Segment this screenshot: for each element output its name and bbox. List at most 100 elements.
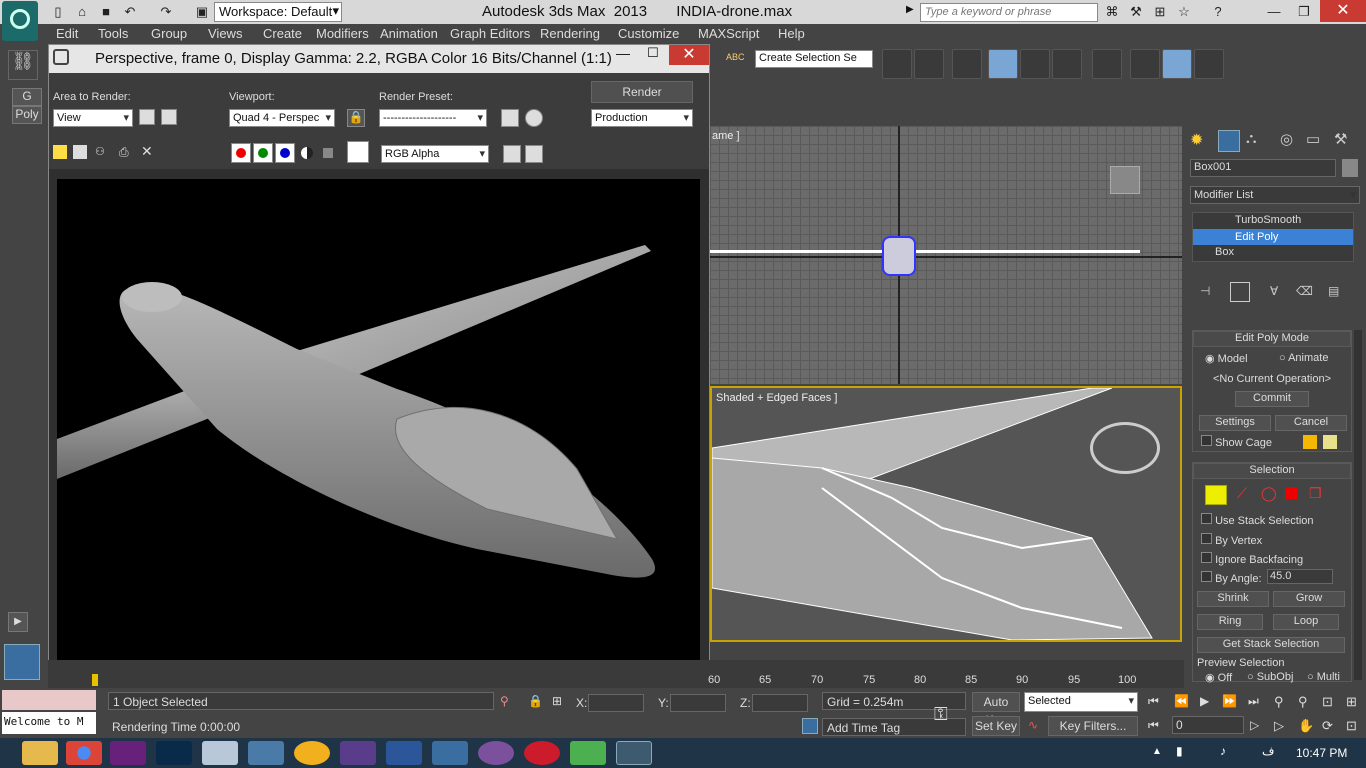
current-frame-field[interactable]: 0 — [1172, 716, 1244, 734]
curve-editor-icon[interactable] — [1020, 49, 1050, 79]
viewport-perspective[interactable]: Shaded + Edged Faces ] — [710, 386, 1182, 642]
isolate-icon[interactable]: ⚲ — [500, 694, 509, 708]
word-icon[interactable] — [386, 741, 422, 765]
object-name-field[interactable]: Box001 — [1190, 159, 1336, 177]
cart-icon[interactable]: ⊞ — [1150, 3, 1170, 21]
render-minimize-icon[interactable]: — — [609, 45, 637, 65]
ignore-backfacing-checkbox[interactable]: Ignore Backfacing — [1201, 552, 1303, 566]
menu-maxscript[interactable]: MAXScript — [698, 26, 759, 41]
selection-header[interactable]: Selection — [1193, 463, 1351, 479]
border-mode-icon[interactable]: ◯ — [1261, 485, 1277, 502]
menu-group[interactable]: Group — [151, 26, 187, 41]
render-button[interactable]: Render — [591, 81, 693, 103]
material-editor-icon[interactable] — [1092, 49, 1122, 79]
render-close-icon[interactable]: ✕ — [669, 45, 709, 65]
vs-app-icon[interactable] — [340, 741, 376, 765]
key-icon[interactable]: ⚿ — [934, 704, 948, 725]
print-icon[interactable]: ⎙ — [119, 145, 133, 159]
rendered-frame-window-icon[interactable] — [1162, 49, 1192, 79]
green-channel-icon[interactable] — [253, 143, 273, 163]
menu-views[interactable]: Views — [208, 26, 242, 41]
maximize-viewport-icon[interactable]: ⊡ — [1346, 718, 1357, 734]
tray-language-icon[interactable]: ف — [1262, 744, 1274, 758]
settings-button[interactable]: Settings — [1199, 415, 1271, 431]
key-tangent-icon[interactable]: ∿ — [1028, 718, 1038, 732]
expand-arrow-icon[interactable]: ▶ — [8, 612, 28, 632]
file-explorer-icon[interactable] — [22, 741, 58, 765]
cage-color-swatch-2[interactable] — [1323, 435, 1337, 449]
close-icon[interactable]: ✕ — [1320, 0, 1366, 22]
minimize-icon[interactable]: — — [1264, 3, 1284, 21]
cage-color-swatch-1[interactable] — [1303, 435, 1317, 449]
viewport-label-front[interactable]: ame ] — [712, 130, 740, 142]
messenger-icon[interactable] — [294, 741, 330, 765]
photoshop-icon[interactable] — [156, 741, 192, 765]
menu-graph-editors[interactable]: Graph Editors — [450, 26, 530, 41]
radio-model[interactable]: ◉ Model — [1205, 352, 1248, 365]
auto-key-button[interactable]: Auto Key — [972, 692, 1020, 727]
mirror-icon[interactable] — [882, 49, 912, 79]
render-setup-small-icon[interactable] — [501, 109, 519, 127]
command-panel-scrollbar[interactable] — [1354, 330, 1362, 680]
pin-stack-icon[interactable]: ⊣ — [1200, 284, 1210, 298]
show-cage-checkbox[interactable]: Show Cage — [1201, 435, 1272, 449]
selection-set-dropdown[interactable]: Create Selection Se — [755, 50, 873, 68]
menu-help[interactable]: Help — [778, 26, 805, 41]
utilities-tab-icon[interactable]: ⚒ — [1334, 130, 1356, 152]
polygon-mode-icon[interactable] — [1285, 487, 1297, 499]
by-angle-checkbox[interactable]: By Angle: — [1201, 571, 1262, 585]
shrink-button[interactable]: Shrink — [1197, 591, 1269, 607]
ring-button[interactable]: Ring — [1197, 614, 1263, 630]
search-arrow-icon[interactable]: ▶ — [906, 4, 918, 20]
blue-channel-icon[interactable] — [275, 143, 295, 163]
angle-spinner[interactable]: 45.0 — [1267, 569, 1333, 584]
zoom-icon[interactable]: ⚲ — [1274, 694, 1284, 710]
viewcube-perspective-icon[interactable] — [1090, 422, 1160, 474]
modify-tab-icon[interactable] — [1218, 130, 1240, 152]
make-unique-icon[interactable]: ∀ — [1270, 284, 1278, 298]
maxscript-listener[interactable]: Welcome to M — [2, 712, 96, 734]
key-mode-toggle-icon[interactable]: ⏮ — [1148, 718, 1159, 733]
clone-window-icon[interactable]: ⚇ — [95, 145, 111, 159]
absolute-mode-icon[interactable]: ⊞ — [552, 694, 562, 708]
background-color-swatch[interactable] — [347, 141, 369, 163]
menu-rendering[interactable]: Rendering — [540, 26, 600, 41]
grow-button[interactable]: Grow — [1273, 591, 1345, 607]
play-icon[interactable]: ▶ — [1200, 694, 1209, 708]
menu-create[interactable]: Create — [263, 26, 302, 41]
display-channel-icon[interactable] — [503, 145, 521, 163]
zoom-all-icon[interactable]: ⚲ — [1298, 694, 1308, 710]
edit-region-icon[interactable] — [139, 109, 155, 125]
render-preset-dropdown[interactable]: -------------------- — [379, 109, 487, 127]
rename-icon[interactable]: ABC — [726, 52, 748, 78]
hierarchy-tab-icon[interactable]: ⛬ — [1246, 130, 1268, 152]
tray-volume-icon[interactable]: ♪ — [1220, 744, 1226, 758]
field-of-view-icon[interactable]: ▷ — [1274, 718, 1284, 734]
browser-icon[interactable] — [432, 741, 468, 765]
favorite-star-icon[interactable]: ☆ — [1174, 3, 1194, 21]
visual-studio-icon[interactable] — [110, 741, 146, 765]
radio-animate[interactable]: ○ Animate — [1279, 352, 1328, 364]
motion-tab-icon[interactable]: ◎ — [1280, 130, 1302, 152]
preview-multi-radio[interactable]: ○ Multi — [1307, 671, 1340, 683]
maxscript-listener-pink[interactable] — [2, 690, 96, 710]
menu-customize[interactable]: Customize — [618, 26, 679, 41]
open-file-icon[interactable]: ⌂ — [72, 3, 92, 21]
calculator-icon[interactable] — [202, 741, 238, 765]
key-mode-dropdown[interactable]: Selected — [1024, 692, 1138, 712]
edit-poly-mode-header[interactable]: Edit Poly Mode — [1193, 331, 1351, 347]
search-input[interactable]: Type a keyword or phrase — [920, 3, 1098, 22]
previous-frame-icon[interactable]: ⏪ — [1174, 694, 1189, 708]
stack-item-edit-poly[interactable]: Edit Poly — [1193, 229, 1353, 245]
toggle-ui-icon[interactable] — [525, 145, 543, 163]
go-to-end-icon[interactable]: ⏭ — [1248, 694, 1259, 709]
tools-icon[interactable]: ⚒ — [1126, 3, 1146, 21]
schematic-view-icon[interactable] — [1052, 49, 1082, 79]
layer-manager-icon[interactable] — [952, 49, 982, 79]
display-tab-icon[interactable]: ▭ — [1306, 130, 1328, 152]
preview-subobj-radio[interactable]: ○ SubObj — [1247, 671, 1293, 683]
viewport-layout-icon[interactable] — [4, 644, 40, 680]
align-icon[interactable] — [914, 49, 944, 79]
set-key-button[interactable]: Set Key — [972, 716, 1020, 736]
channel-dropdown[interactable]: RGB Alpha — [381, 145, 489, 163]
